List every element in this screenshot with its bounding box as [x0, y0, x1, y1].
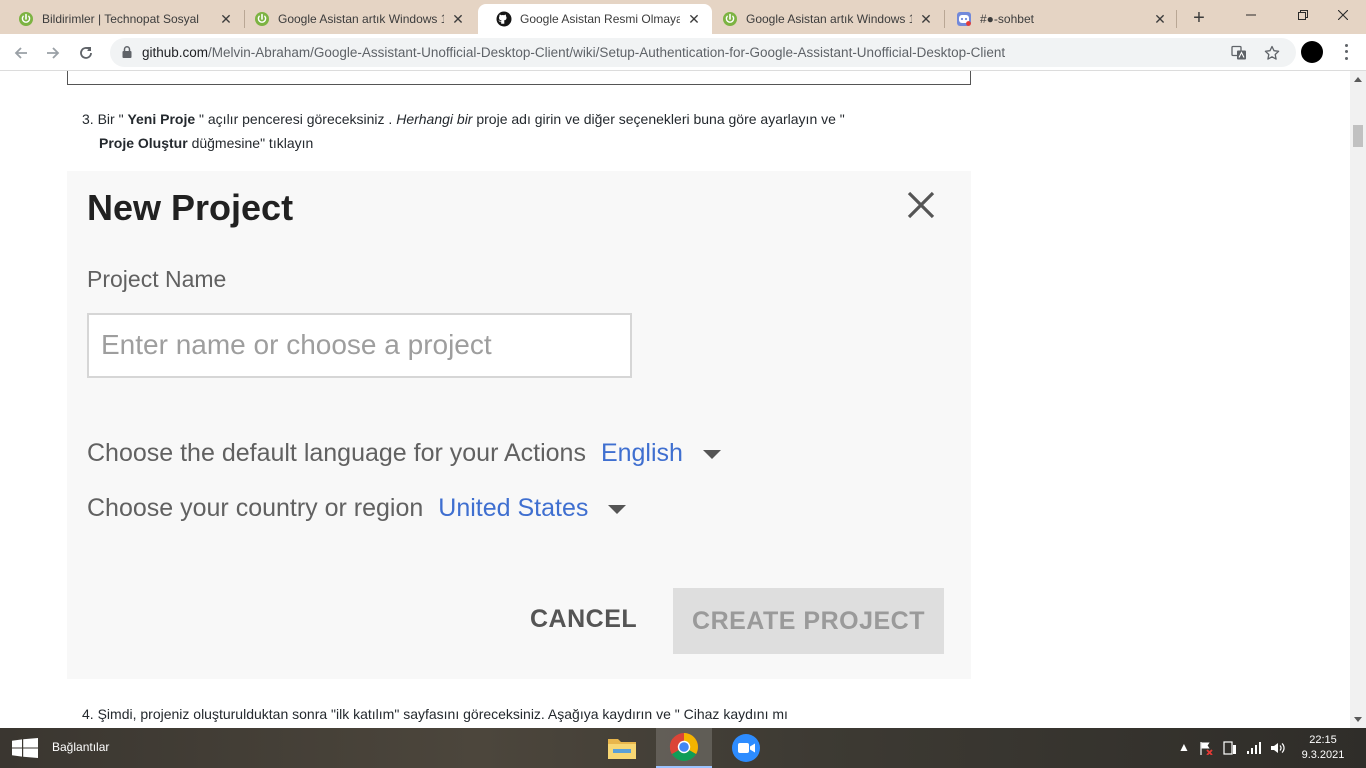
flag-alert-icon[interactable]	[1199, 741, 1213, 755]
tab-4[interactable]: Google Asistan artık Windows 1 ✕	[704, 4, 944, 34]
tab-separator	[1176, 10, 1177, 28]
code-block	[67, 71, 971, 85]
text-span: Bir "	[97, 111, 128, 127]
github-icon	[496, 11, 512, 27]
text-span: proje adı girin ve diğer seçenekleri bun…	[472, 111, 845, 127]
tray-expand-icon[interactable]: ▲	[1178, 740, 1190, 754]
close-icon	[907, 191, 935, 219]
input-placeholder: Enter name or choose a project	[101, 329, 492, 360]
power-icon	[254, 11, 270, 27]
tab-3-title: Google Asistan Resmi Olmayan	[520, 12, 680, 26]
chrome-icon	[669, 733, 698, 761]
minimize-button[interactable]	[1228, 0, 1274, 30]
clock-date: 9.3.2021	[1301, 749, 1345, 761]
dropdown-triangle-icon	[608, 505, 627, 514]
power-icon	[18, 11, 34, 27]
project-name-input: Enter name or choose a project	[87, 313, 632, 378]
tab-strip: Bildirimler | Technopat Sosyal ✕ Google …	[0, 0, 1366, 34]
zoom-taskbar-button[interactable]	[718, 728, 774, 768]
step-number: 3.	[82, 111, 94, 127]
text-span: Şimdi, projeniz oluşturulduktan sonra "i…	[97, 706, 788, 722]
reload-button[interactable]	[73, 40, 99, 66]
taskbar-clock[interactable]: 22:15 9.3.2021	[1298, 733, 1348, 763]
step-3-text: 3. Bir " Yeni Proje " açılır penceresi g…	[82, 107, 952, 155]
scrollbar-thumb[interactable]	[1353, 125, 1363, 147]
back-button[interactable]	[8, 40, 34, 66]
close-icon[interactable]: ✕	[918, 11, 934, 27]
forward-button[interactable]	[40, 40, 66, 66]
tab-5[interactable]: #●-sohbet ✕	[938, 4, 1178, 34]
reload-icon	[80, 47, 92, 59]
step-number: 4.	[82, 706, 94, 722]
tab-4-title: Google Asistan artık Windows 1	[746, 12, 912, 26]
language-label: Choose the default language for your Act…	[87, 439, 586, 467]
zoom-icon	[732, 734, 760, 762]
discord-icon	[956, 11, 972, 27]
close-window-button[interactable]	[1320, 0, 1366, 30]
project-name-label: Project Name	[87, 266, 227, 292]
vertical-scrollbar[interactable]	[1350, 71, 1366, 728]
forward-arrow-icon	[47, 47, 60, 59]
url-text: github.com/Melvin-Abraham/Google-Assista…	[142, 45, 1005, 60]
power-icon	[722, 11, 738, 27]
address-bar[interactable]: github.com/Melvin-Abraham/Google-Assista…	[110, 38, 1296, 67]
text-span: " açılır penceresi göreceksiniz .	[195, 111, 397, 127]
dropdown-triangle-icon	[702, 450, 721, 459]
close-icon[interactable]: ✕	[1152, 11, 1168, 27]
taskbar-links-label[interactable]: Bağlantılar	[52, 740, 109, 754]
tab-1[interactable]: Bildirimler | Technopat Sosyal ✕	[0, 4, 244, 34]
volume-icon[interactable]	[1270, 741, 1286, 755]
close-icon[interactable]: ✕	[450, 11, 466, 27]
country-row: Choose your country or region United Sta…	[87, 494, 627, 523]
language-value: English	[600, 439, 683, 467]
page-content: 3. Bir " Yeni Proje " açılır penceresi g…	[0, 71, 1350, 728]
browser-menu-icon[interactable]	[1338, 42, 1354, 62]
country-label: Choose your country or region	[87, 494, 424, 522]
windows-taskbar: Bağlantılar ▲ 22:15 9.3.2021	[0, 728, 1366, 768]
chrome-taskbar-button[interactable]	[656, 728, 712, 768]
back-arrow-icon	[14, 47, 27, 59]
bookmark-star-icon[interactable]	[1263, 44, 1281, 62]
lock-icon	[122, 46, 132, 58]
create-project-button-image: CREATE PROJECT	[673, 588, 944, 654]
signal-icon[interactable]	[1246, 741, 1262, 755]
text-span: düğmesine" tıklayın	[187, 135, 314, 151]
language-row: Choose the default language for your Act…	[87, 439, 721, 468]
tab-5-title: #●-sohbet	[980, 12, 1034, 26]
folder-icon	[608, 739, 636, 759]
italic-herhangi-bir: Herhangi bir	[396, 111, 473, 127]
cancel-button-image: CANCEL	[530, 605, 638, 633]
profile-avatar[interactable]	[1301, 41, 1323, 63]
scroll-up-icon[interactable]	[1354, 77, 1362, 82]
device-icon[interactable]	[1223, 741, 1237, 755]
windows-start-icon[interactable]	[12, 738, 38, 758]
close-icon[interactable]: ✕	[218, 11, 234, 27]
url-host: github.com	[142, 45, 209, 60]
url-path: /Melvin-Abraham/Google-Assistant-Unoffic…	[208, 45, 1006, 60]
translate-icon[interactable]	[1230, 44, 1248, 62]
browser-toolbar: github.com/Melvin-Abraham/Google-Assista…	[0, 34, 1366, 71]
scroll-down-icon[interactable]	[1354, 717, 1362, 722]
new-tab-button[interactable]: +	[1186, 6, 1212, 30]
tab-2[interactable]: Google Asistan artık Windows 1 ✕	[236, 4, 476, 34]
bold-yeni-proje: Yeni Proje	[127, 111, 196, 127]
file-explorer-taskbar-button[interactable]	[594, 728, 650, 768]
tab-1-title: Bildirimler | Technopat Sosyal	[42, 12, 199, 26]
tab-3-active[interactable]: Google Asistan Resmi Olmayan ✕	[478, 4, 712, 34]
country-value: United States	[438, 494, 589, 522]
bold-proje-olustur: Proje Oluştur	[99, 135, 188, 151]
dialog-title: New Project	[87, 187, 294, 228]
clock-time: 22:15	[1309, 734, 1337, 746]
step-4-text: 4. Şimdi, projeniz oluşturulduktan sonra…	[82, 702, 952, 726]
new-project-dialog-screenshot: New Project Project Name Enter name or c…	[67, 171, 971, 679]
close-icon[interactable]: ✕	[686, 11, 702, 27]
tab-2-title: Google Asistan artık Windows 1	[278, 12, 444, 26]
